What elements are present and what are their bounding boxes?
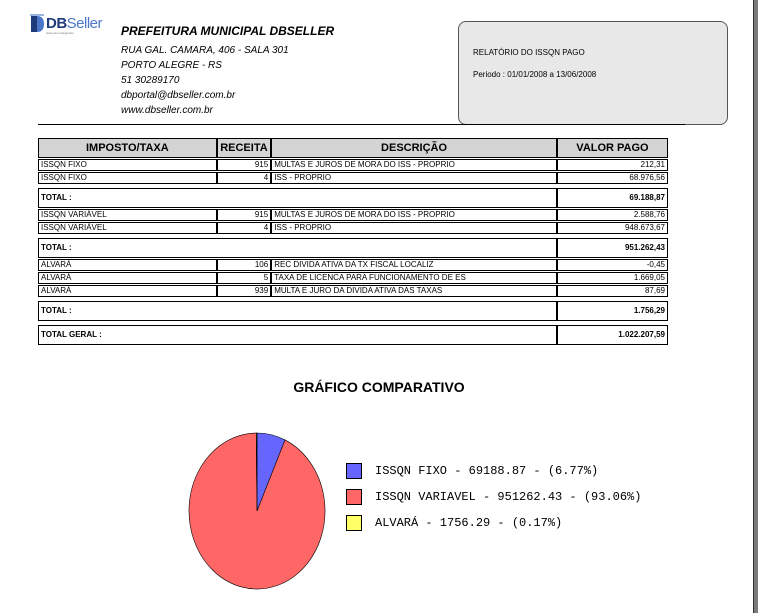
cell-valor: 212,31	[556, 159, 668, 171]
cell-imposto: ISSQN FIXO	[38, 159, 217, 171]
dbseller-logo-icon	[30, 14, 44, 32]
total-row: TOTAL :951.262,43	[38, 238, 668, 258]
legend-label: ISSQN FIXO - 69188.87 - (6.77%)	[375, 464, 599, 478]
column-header-valor: VALOR PAGO	[556, 138, 668, 158]
cell-receita: 106	[216, 259, 272, 271]
cell-descricao: TAXA DE LICENCA PARA FUNCIONAMENTO DE ES	[271, 272, 557, 284]
total-value: 69.188,87	[556, 188, 668, 208]
total-value: 951.262,43	[556, 238, 668, 258]
organization-info: PREFEITURA MUNICIPAL DBSELLER RUA GAL. C…	[121, 24, 334, 118]
total-value: 1.756,29	[556, 301, 668, 321]
cell-descricao: MULTAS E JUROS DE MORA DO ISS - PROPRIO	[271, 209, 557, 221]
org-city-line: PORTO ALEGRE - RS	[121, 60, 222, 71]
table-header-row: IMPOSTO/TAXA RECEITA DESCRIÇÃO VALOR PAG…	[38, 138, 668, 158]
legend-label: ISSQN VARIAVEL - 951262.43 - (93.06%)	[375, 490, 642, 504]
cell-receita: 915	[216, 209, 272, 221]
report-title: RELATÓRIO DO ISSQN PAGO	[473, 48, 585, 57]
cell-imposto: ISSQN FIXO	[38, 172, 217, 184]
cell-imposto: ISSQN VARIÁVEL	[38, 222, 217, 234]
legend-swatch	[346, 463, 362, 479]
org-address-line: RUA GAL. CAMARA, 406 - SALA 301	[121, 45, 289, 56]
table-row: ISSQN FIXO 4 ISS - PROPRIO 68.976,56	[38, 172, 668, 184]
cell-imposto: ALVARÁ	[38, 259, 217, 271]
cell-imposto: ALVARÁ	[38, 272, 217, 284]
total-row: TOTAL :1.756,29	[38, 301, 668, 321]
legend-swatch	[346, 515, 362, 531]
total-label: TOTAL :	[38, 301, 557, 321]
report-info-box: RELATÓRIO DO ISSQN PAGO Periodo : 01/01/…	[458, 21, 728, 125]
cell-descricao: ISS - PROPRIO	[271, 222, 557, 234]
pie-chart	[188, 432, 326, 590]
cell-descricao: MULTAS E JUROS DE MORA DO ISS - PROPRIO	[271, 159, 557, 171]
cell-receita: 4	[216, 222, 272, 234]
org-phone-line: 51 30289170	[121, 75, 180, 86]
organization-name: PREFEITURA MUNICIPAL DBSELLER	[121, 24, 335, 38]
cell-valor: 87,69	[556, 285, 668, 297]
legend-swatch	[346, 489, 362, 505]
logo-text: DBSeller	[46, 15, 103, 32]
row-spacer	[38, 322, 668, 324]
dbseller-logo: DBSeller sistemas inteligentes	[30, 14, 103, 36]
total-label: TOTAL :	[38, 238, 557, 258]
org-email-line: dbportal@dbseller.com.br	[121, 90, 236, 101]
legend-label: ALVARÁ - 1756.29 - (0.17%)	[375, 516, 563, 530]
total-row: TOTAL GERAL :1.022.207,59	[38, 325, 668, 345]
row-spacer	[38, 235, 668, 237]
cell-valor: 948.673,67	[556, 222, 668, 234]
table-row: ISSQN VARIÁVEL 4 ISS - PROPRIO 948.673,67	[38, 222, 668, 234]
logo-tagline: sistemas inteligentes	[46, 31, 74, 35]
report-page: DBSeller sistemas inteligentes PREFEITUR…	[0, 0, 754, 613]
total-row: TOTAL :69.188,87	[38, 188, 668, 208]
table-row: ALVARÁ 939 MULTA E JURO DA DIVIDA ATIVA DA…	[38, 285, 668, 297]
cell-valor: 2.588,76	[556, 209, 668, 221]
cell-valor: -0,45	[556, 259, 668, 271]
cell-valor: 1.669,05	[556, 272, 668, 284]
total-label: TOTAL GERAL :	[38, 325, 557, 345]
total-value: 1.022.207,59	[556, 325, 668, 345]
cell-receita: 915	[216, 159, 272, 171]
payments-table: IMPOSTO/TAXA RECEITA DESCRIÇÃO VALOR PAG…	[38, 137, 668, 346]
cell-receita: 5	[216, 272, 272, 284]
table-row: ISSQN VARIÁVEL 915 MULTAS E JUROS DE MORA …	[38, 209, 668, 221]
cell-receita: 4	[216, 172, 272, 184]
cell-descricao: REC DIVIDA ATIVA DA TX FISCAL LOCALIZ	[271, 259, 557, 271]
cell-descricao: MULTA E JURO DA DIVIDA ATIVA DAS TAXAS	[271, 285, 557, 297]
total-label: TOTAL :	[38, 188, 557, 208]
row-spacer	[38, 298, 668, 300]
table-row: ALVARÁ 106 REC DIVIDA ATIVA DA TX FISCAL L…	[38, 259, 668, 271]
row-spacer	[38, 185, 668, 187]
column-header-descricao: DESCRIÇÃO	[271, 138, 557, 158]
table-row: ALVARÁ 5 TAXA DE LICENCA PARA FUNCIONAMENT…	[38, 272, 668, 284]
cell-descricao: ISS - PROPRIO	[271, 172, 557, 184]
cell-imposto: ALVARÁ	[38, 285, 217, 297]
column-header-receita: RECEITA	[216, 138, 272, 158]
cell-receita: 939	[216, 285, 272, 297]
report-period: Periodo : 01/01/2008 a 13/06/2008	[473, 70, 597, 79]
chart-title: GRÁFICO COMPARATIVO	[293, 379, 465, 395]
cell-imposto: ISSQN VARIÁVEL	[38, 209, 217, 221]
header-divider	[38, 124, 685, 125]
column-header-imposto: IMPOSTO/TAXA	[38, 138, 217, 158]
table-row: ISSQN FIXO 915 MULTAS E JUROS DE MORA DO I…	[38, 159, 668, 171]
org-website-line: www.dbseller.com.br	[121, 105, 213, 116]
cell-valor: 68.976,56	[556, 172, 668, 184]
